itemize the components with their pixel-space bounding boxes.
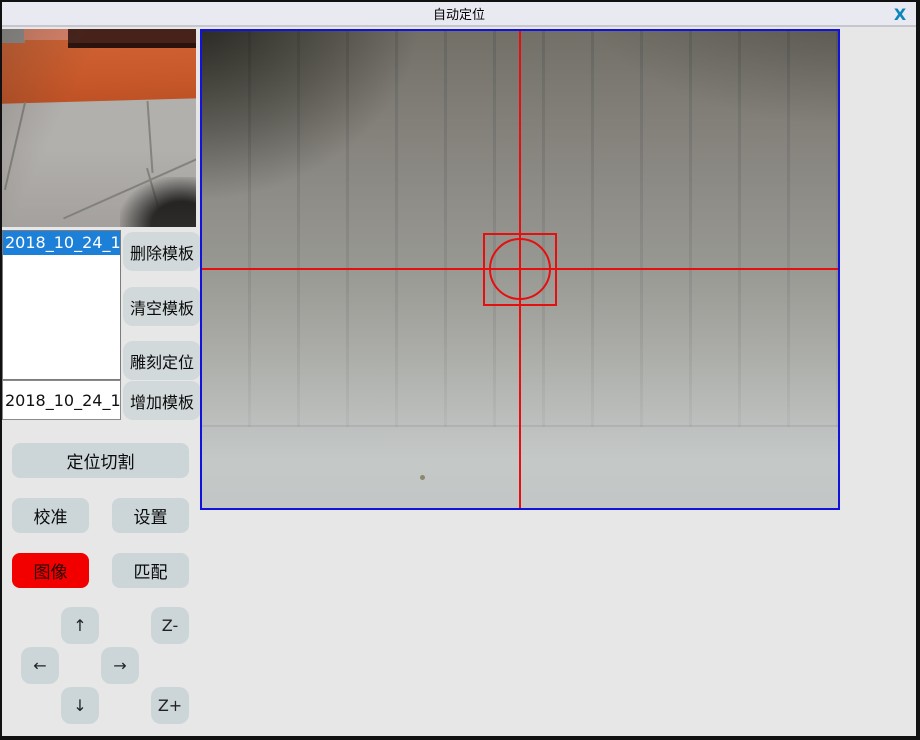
dialog-title: 自动定位	[433, 4, 485, 23]
auto-position-dialog: 自动定位 X 2018_10_24_11 删除模板 清空模板 雕刻定位 增加模板…	[0, 0, 920, 740]
jog-down-button[interactable]: ↓	[61, 687, 99, 724]
settings-button[interactable]: 设置	[112, 498, 189, 533]
template-name-input[interactable]	[2, 380, 121, 420]
jog-z-plus-button[interactable]: Z+	[151, 687, 189, 724]
template-list[interactable]: 2018_10_24_11	[2, 230, 121, 380]
clear-templates-button[interactable]: 清空模板	[123, 287, 201, 326]
position-cut-button[interactable]: 定位切割	[12, 443, 189, 478]
image-button-active[interactable]: 图像	[12, 553, 89, 588]
title-bar: 自动定位 X	[2, 2, 916, 27]
template-list-item-selected[interactable]: 2018_10_24_11	[3, 231, 120, 255]
roi-circle-overlay	[489, 238, 551, 300]
delete-template-button[interactable]: 删除模板	[123, 232, 201, 271]
camera-view[interactable]	[200, 29, 840, 510]
jog-right-button[interactable]: →	[101, 647, 139, 684]
jog-up-button[interactable]: ↑	[61, 607, 99, 644]
template-thumbnail-image	[2, 29, 196, 227]
jog-left-button[interactable]: ←	[21, 647, 59, 684]
calibrate-button[interactable]: 校准	[12, 498, 89, 533]
engrave-position-button[interactable]: 雕刻定位	[123, 341, 201, 380]
thumbnail-shading	[2, 29, 196, 227]
match-button[interactable]: 匹配	[112, 553, 189, 588]
close-icon[interactable]: X	[889, 4, 911, 25]
add-template-button[interactable]: 增加模板	[123, 381, 201, 420]
camera-speck	[420, 475, 425, 480]
jog-z-minus-button[interactable]: Z-	[151, 607, 189, 644]
